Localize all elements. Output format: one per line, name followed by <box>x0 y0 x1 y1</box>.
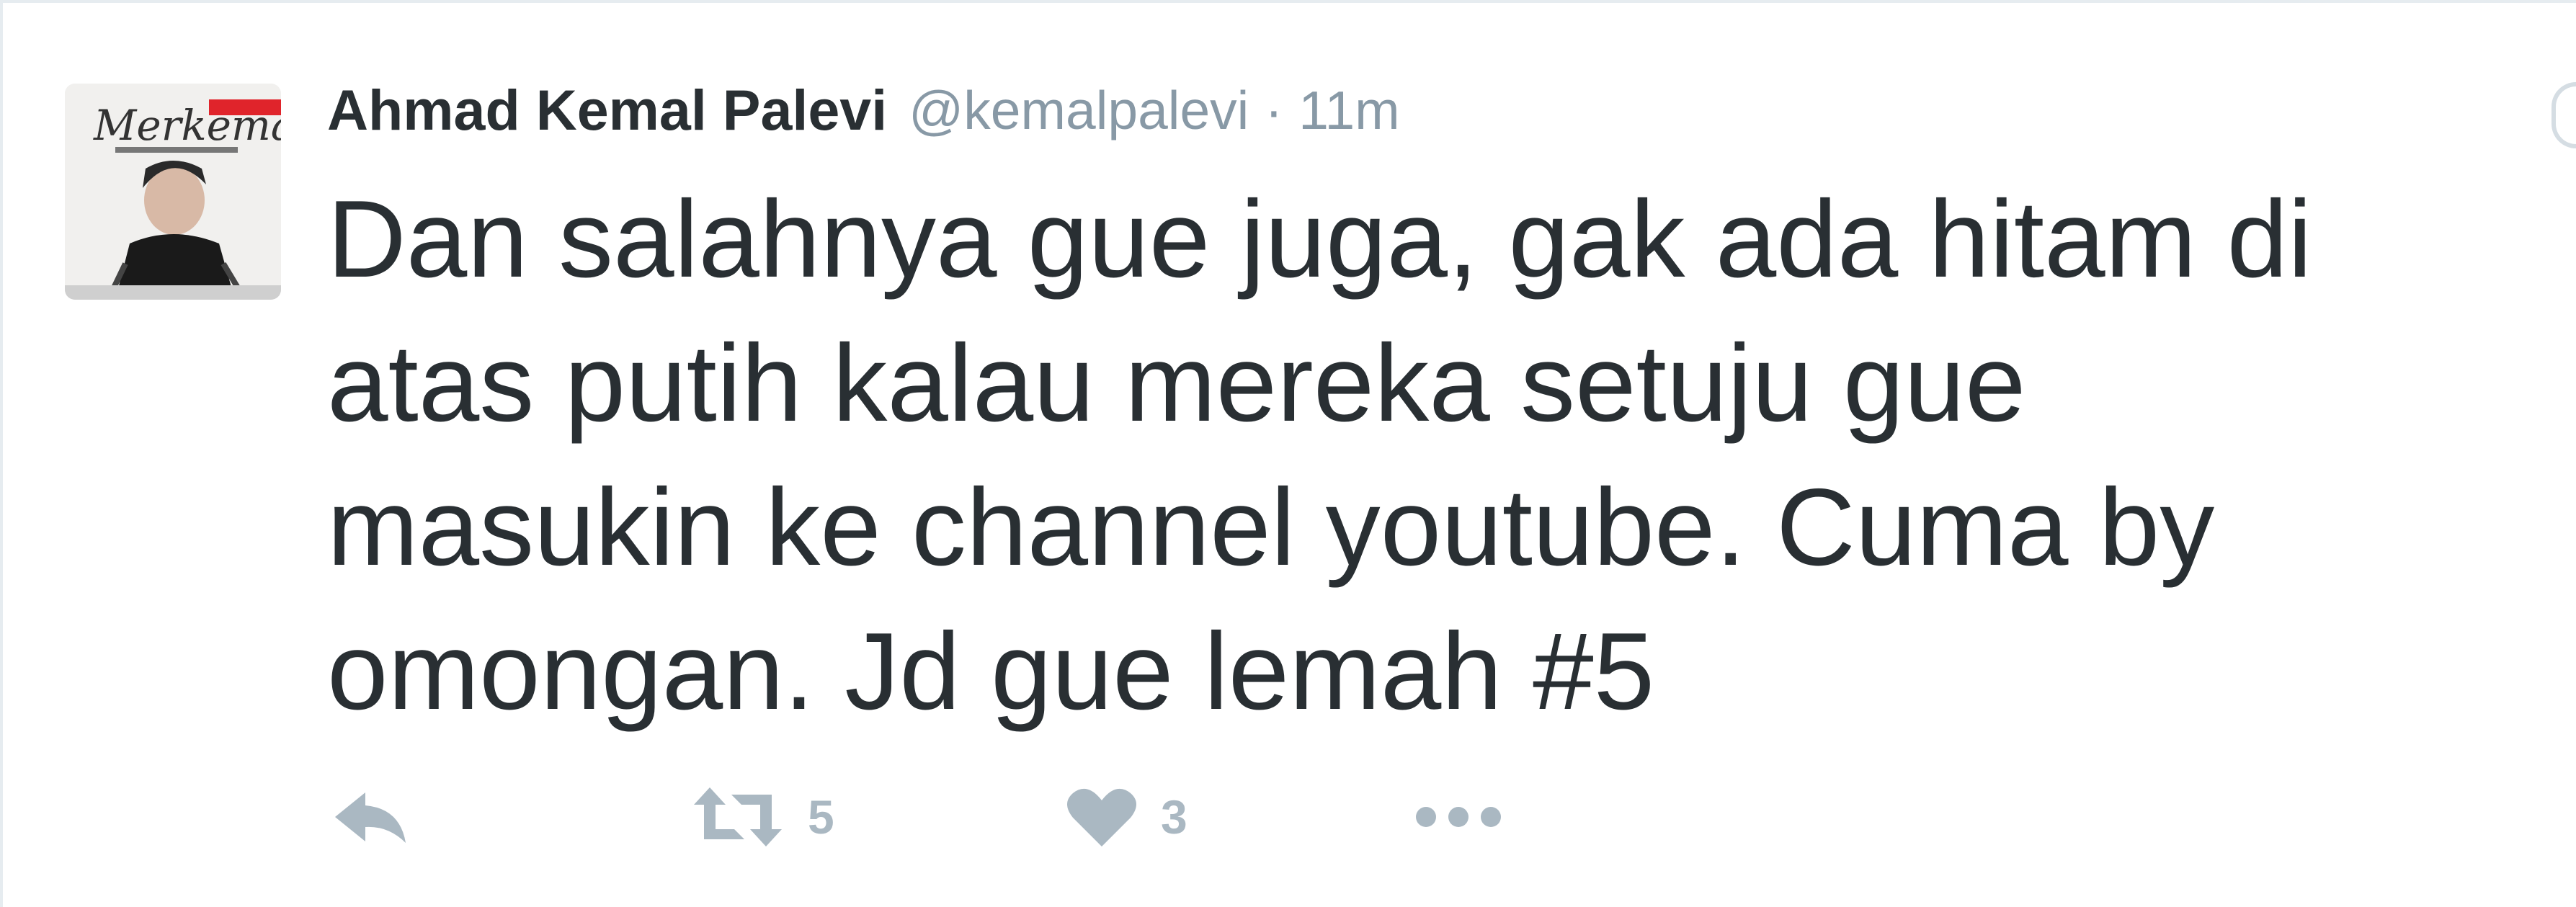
tweet-menu-caret[interactable] <box>2552 82 2576 148</box>
avatar[interactable]: Merkemal <box>65 84 281 300</box>
like-button[interactable]: 3 <box>1066 785 1187 849</box>
like-count: 3 <box>1161 790 1187 844</box>
retweet-icon <box>694 787 782 846</box>
tweet-text: Dan salahnya gue juga, gak ada hitam di … <box>327 178 2312 733</box>
tweet-header: Ahmad Kemal Palevi @kemalpalevi · 11m <box>327 78 1400 143</box>
header-separator: · <box>1265 80 1283 140</box>
more-button[interactable] <box>1412 785 1505 849</box>
heart-icon <box>1067 788 1136 846</box>
more-dots-icon <box>1416 807 1501 827</box>
reply-button[interactable] <box>331 785 410 849</box>
retweet-count: 5 <box>808 790 834 844</box>
reply-icon <box>335 792 406 843</box>
avatar-image: Merkemal <box>65 84 281 300</box>
avatar-logo-text: Merkemal <box>93 101 281 150</box>
author-username[interactable]: @kemalpalevi <box>909 79 1249 141</box>
retweet-button[interactable]: 5 <box>691 785 834 849</box>
author-fullname[interactable]: Ahmad Kemal Palevi <box>327 77 887 143</box>
tweet-timestamp[interactable]: 11m <box>1298 79 1399 141</box>
tweet-card[interactable]: Merkemal Ahmad Kemal Palevi @kemalpalevi… <box>0 0 2576 907</box>
